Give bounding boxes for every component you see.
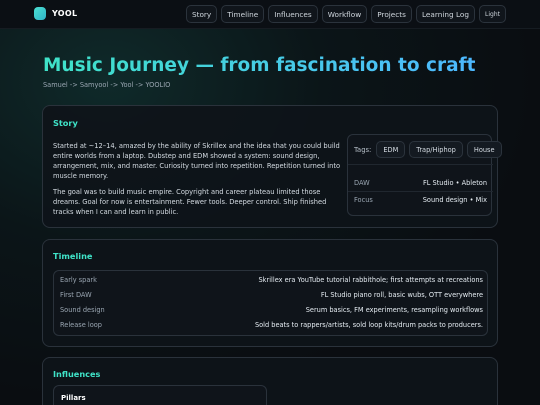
nav-menu: Story Timeline Influences Workflow Proje… (185, 5, 506, 23)
timeline-stage: Release loop (60, 321, 102, 329)
detail-value: FL Studio • Ableton (422, 179, 487, 187)
timeline-stage: Early spark (60, 276, 97, 284)
page-title: Music Journey — from fascination to craf… (43, 55, 476, 76)
tags-row: Tags: EDM Trap/Hiphop House (354, 141, 502, 158)
logo-icon (34, 7, 46, 20)
timeline-card: Timeline Early spark Skrillex era YouTub… (42, 239, 498, 347)
timeline-detail: Sold beats to rappers/artists, sold loop… (254, 321, 483, 329)
nav-influences[interactable]: Influences (268, 5, 318, 23)
pillars-panel: Pillars (53, 385, 267, 405)
tag-edm[interactable]: EDM (376, 141, 406, 158)
story-paragraph: Started at ~12–14, amazed by the ability… (53, 142, 341, 180)
timeline-row: Sound design Serum basics, FM experiment… (60, 306, 483, 314)
nav-story[interactable]: Story (185, 5, 218, 23)
nav-projects[interactable]: Projects (371, 5, 412, 23)
influences-title: Influences (53, 369, 101, 379)
detail-value: Sound design • Mix (422, 196, 487, 204)
timeline-row: Early spark Skrillex era YouTube tutoria… (60, 276, 483, 284)
timeline-list: Early spark Skrillex era YouTube tutoria… (53, 270, 488, 336)
tags-label: Tags: (354, 145, 372, 154)
theme-toggle-button[interactable]: Light (479, 5, 506, 23)
top-bar: YOOL Story Timeline Influences Workflow … (0, 0, 540, 29)
nav-workflow[interactable]: Workflow (321, 5, 368, 23)
breadcrumb: Samuel -> Samyool -> Yool -> YOOLIO (43, 81, 171, 89)
detail-key: Focus (354, 196, 373, 204)
detail-key: DAW (354, 179, 370, 187)
story-title: Story (53, 118, 78, 128)
timeline-detail: Skrillex era YouTube tutorial rabbithole… (258, 276, 484, 284)
nav-learning-log[interactable]: Learning Log (415, 5, 476, 23)
story-details-panel: Tags: EDM Trap/Hiphop House DAW FL Studi… (347, 134, 502, 216)
detail-row-daw: DAW FL Studio • Ableton (354, 179, 487, 187)
tag-trap-hiphop[interactable]: Trap/Hiphop (409, 141, 463, 158)
story-card: Story Started at ~12–14, amazed by the a… (42, 105, 502, 228)
divider (348, 164, 493, 165)
timeline-row: First DAW FL Studio piano roll, basic wu… (60, 291, 483, 299)
timeline-row: Release loop Sold beats to rappers/artis… (60, 321, 483, 329)
timeline-stage: Sound design (60, 306, 105, 314)
timeline-title: Timeline (53, 251, 93, 261)
influences-card: Influences Pillars (42, 357, 498, 405)
pillars-title: Pillars (61, 394, 86, 402)
timeline-detail: Serum basics, FM experiments, resampling… (305, 306, 483, 314)
story-text: Started at ~12–14, amazed by the ability… (53, 141, 345, 223)
tag-house[interactable]: House (466, 141, 502, 158)
nav-timeline[interactable]: Timeline (221, 5, 265, 23)
detail-row-focus: Focus Sound design • Mix (354, 196, 487, 204)
brand-name: YOOL (52, 9, 78, 18)
story-paragraph: The goal was to build music empire. Copy… (53, 188, 327, 216)
timeline-stage: First DAW (60, 291, 92, 299)
divider (348, 191, 493, 192)
timeline-detail: FL Studio piano roll, basic wubs, OTT ev… (320, 291, 483, 299)
